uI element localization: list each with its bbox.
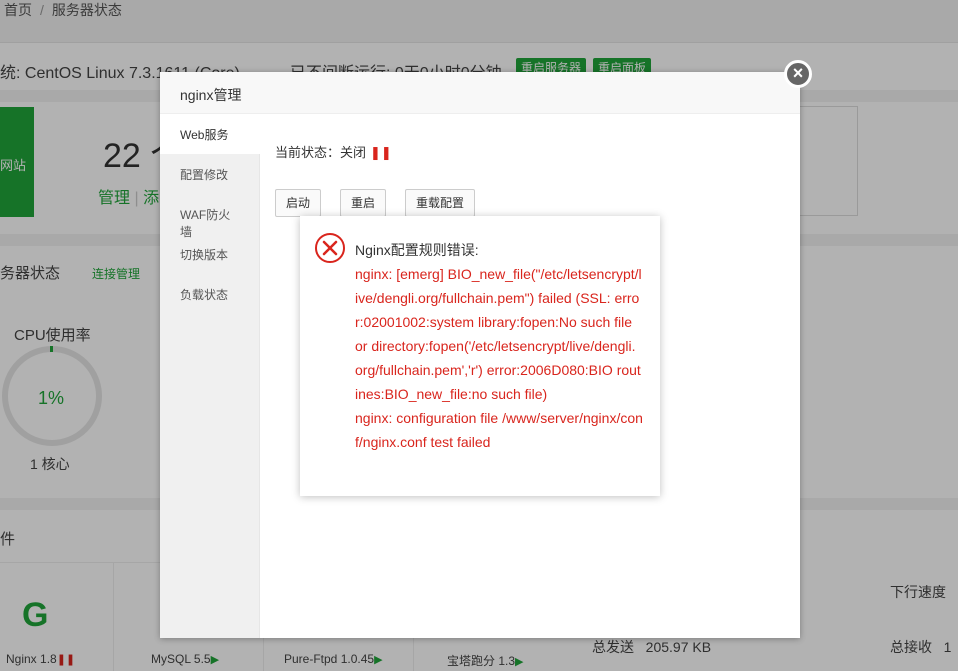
close-icon[interactable]: × xyxy=(784,60,812,88)
sidebar-item-switch-version[interactable]: 切换版本 xyxy=(160,234,260,274)
restart-button[interactable]: 重启 xyxy=(340,189,386,217)
error-x-icon xyxy=(315,233,345,263)
dialog-sidebar: Web服务 配置修改 WAF防火墙 切换版本 负载状态 xyxy=(160,114,261,638)
error-dialog: Nginx配置规则错误: nginx: [emerg] BIO_new_file… xyxy=(300,216,660,496)
sidebar-item-waf[interactable]: WAF防火墙 xyxy=(160,194,260,239)
sidebar-item-load-status[interactable]: 负载状态 xyxy=(160,274,260,314)
error-title: Nginx配置规则错误: xyxy=(355,242,479,258)
start-button[interactable]: 启动 xyxy=(275,189,321,217)
status-label: 当前状态：关闭 xyxy=(275,145,367,160)
sidebar-item-config[interactable]: 配置修改 xyxy=(160,154,260,194)
dialog-title: nginx管理 xyxy=(160,72,800,114)
error-message: nginx: [emerg] BIO_new_file("/etc/letsen… xyxy=(355,266,643,450)
stopped-icon: ❚❚ xyxy=(370,145,392,160)
reload-config-button[interactable]: 重载配置 xyxy=(405,189,475,217)
service-status: 当前状态：关闭 ❚❚ xyxy=(275,142,392,161)
sidebar-item-web-service[interactable]: Web服务 xyxy=(160,114,261,154)
